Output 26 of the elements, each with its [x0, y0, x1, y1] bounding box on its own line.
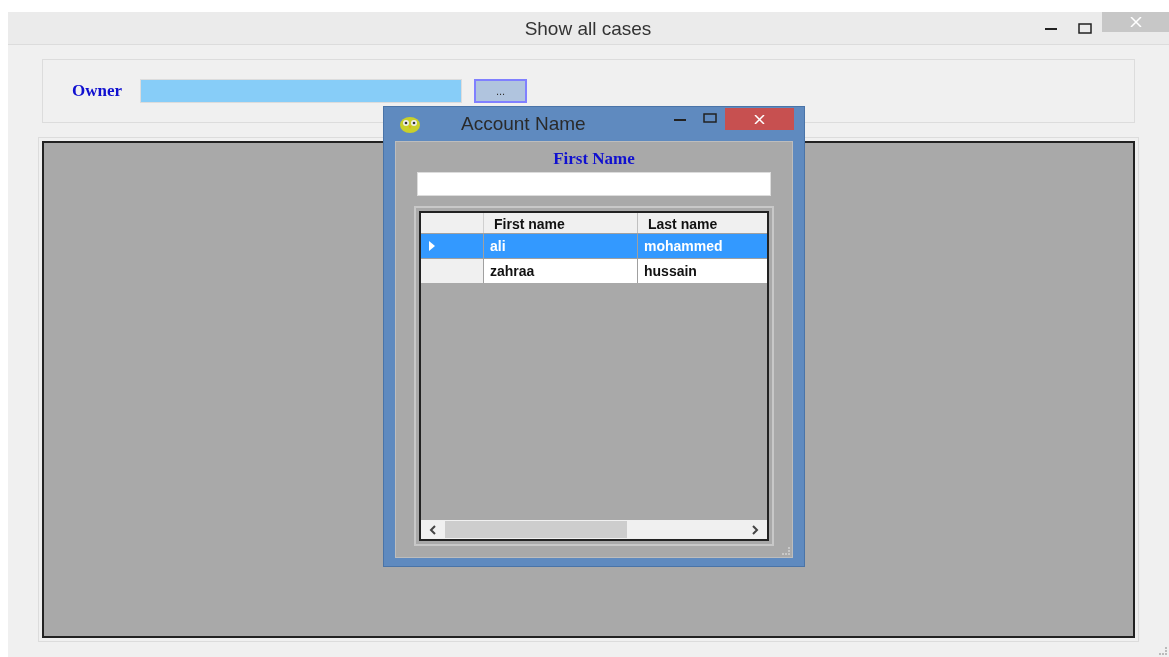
close-button[interactable] [725, 108, 794, 130]
close-icon [754, 114, 765, 124]
search-label: First Name [553, 149, 635, 169]
column-header[interactable]: Last name [638, 213, 767, 233]
owner-field[interactable] [140, 79, 463, 103]
table-cell: zahraa [484, 259, 638, 283]
minimize-icon [674, 117, 686, 121]
owl-icon [398, 114, 422, 134]
browse-button[interactable]: ... [474, 79, 528, 103]
close-icon [1129, 17, 1142, 27]
left-chevron-icon [429, 524, 437, 535]
current-row-icon [429, 241, 435, 251]
dialog-title: Account Name [461, 111, 586, 136]
resize-grip-icon [1159, 647, 1167, 655]
maximize-icon [1078, 22, 1092, 34]
search-field[interactable] [417, 172, 771, 196]
table-cell-text: hussain [643, 262, 698, 281]
table-row[interactable]: zahraa hussain [421, 258, 767, 283]
right-chevron-icon [751, 524, 759, 535]
maximize-icon [703, 113, 717, 123]
minimize-icon [1045, 26, 1057, 30]
scrollbar-thumb[interactable] [445, 521, 627, 538]
table-cell-text: mohammed [643, 237, 724, 256]
owner-label: Owner [72, 80, 123, 103]
resize-grip-icon [782, 547, 790, 555]
window-title: Show all cases [523, 17, 653, 41]
